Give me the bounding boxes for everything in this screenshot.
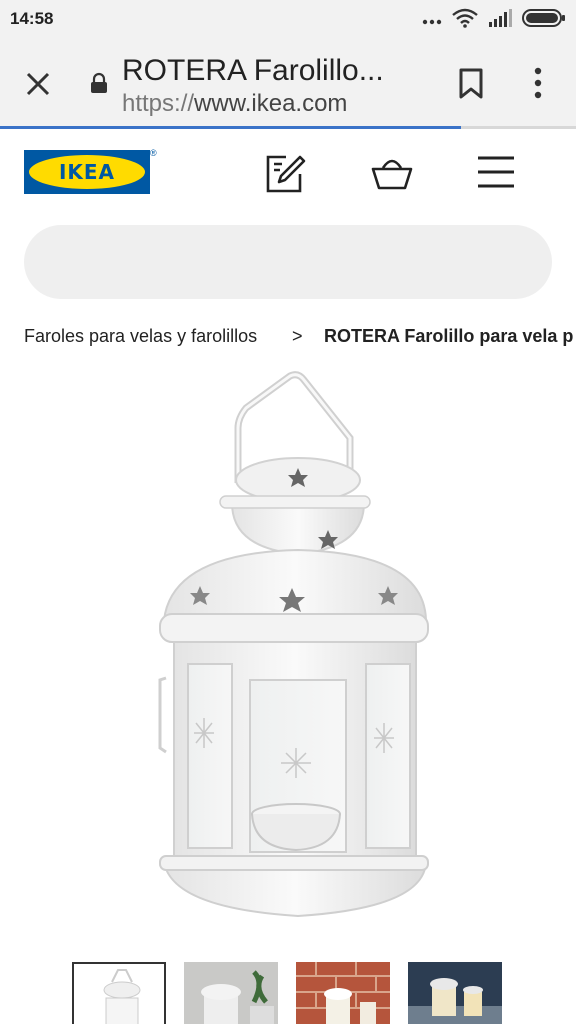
status-time: 14:58 <box>10 9 54 28</box>
hamburger-icon <box>478 156 514 188</box>
menu-button[interactable] <box>530 66 546 105</box>
bookmark-button[interactable] <box>458 68 484 105</box>
url-scheme: https:// <box>122 90 195 117</box>
wifi-icon <box>452 8 478 33</box>
shopping-list-button[interactable] <box>264 154 306 199</box>
thumbnail-2[interactable] <box>184 962 278 1024</box>
status-bar: 14:58 <box>0 0 576 38</box>
product-image[interactable] <box>120 368 456 934</box>
thumbnail-3[interactable] <box>296 962 390 1024</box>
thumbnail-4[interactable] <box>408 962 502 1024</box>
bookmark-icon <box>459 68 483 99</box>
more-dots-icon <box>422 12 442 30</box>
logo-text: IKEA <box>58 160 116 184</box>
page-load-progress <box>0 126 576 129</box>
close-icon <box>26 72 50 96</box>
ikea-logo[interactable]: IKEA <box>24 150 150 194</box>
signal-icon <box>488 9 512 32</box>
page-title[interactable]: ROTERA Farolillo... <box>122 54 422 88</box>
search-input[interactable] <box>24 225 552 299</box>
browser-toolbar: ROTERA Farolillo... https://www.ikea.com <box>0 38 576 126</box>
page-url[interactable]: https://www.ikea.com <box>122 90 347 118</box>
status-icons <box>422 8 566 33</box>
logo-registered-mark: ® <box>150 148 157 158</box>
progress-fill <box>0 126 461 129</box>
battery-icon <box>522 9 566 32</box>
close-tab-button[interactable] <box>22 68 54 100</box>
breadcrumb: Faroles para velas y farolillos > ROTERA… <box>24 326 573 347</box>
breadcrumb-separator: > <box>292 326 303 346</box>
thumbnail-1[interactable] <box>72 962 166 1024</box>
hamburger-menu-button[interactable] <box>476 154 516 195</box>
breadcrumb-current: ROTERA Farolillo para vela p <box>324 326 574 346</box>
product-thumbnails <box>72 962 502 1024</box>
url-host: www.ikea.com <box>194 90 348 117</box>
breadcrumb-parent-link[interactable]: Faroles para velas y farolillos <box>24 326 257 347</box>
lock-icon <box>90 72 108 99</box>
cart-button[interactable] <box>370 154 414 199</box>
shopping-bag-icon <box>371 159 413 190</box>
more-vert-icon <box>534 67 542 99</box>
edit-list-icon <box>266 155 306 193</box>
